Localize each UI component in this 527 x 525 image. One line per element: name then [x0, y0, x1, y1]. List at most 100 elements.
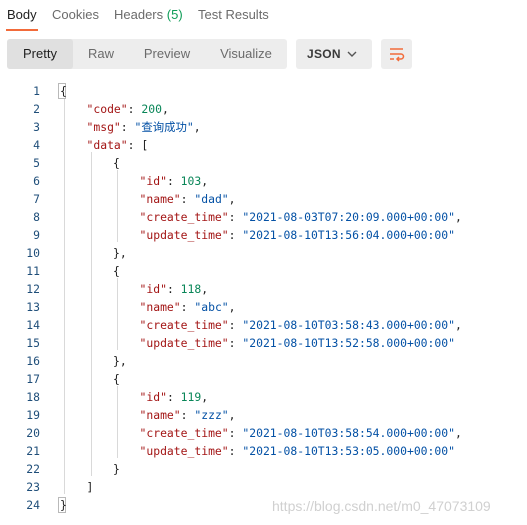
json-punctuation: ,	[201, 282, 209, 296]
code-line: 22}	[0, 460, 527, 478]
json-punctuation: :	[228, 228, 243, 242]
code-line: 2 "code": 200,	[0, 100, 527, 118]
json-key: "data"	[86, 138, 128, 152]
code-text: "update_time": "2021-08-10T13:53:05.000+…	[140, 442, 455, 460]
tab-headers[interactable]: Headers (5)	[114, 6, 183, 26]
code-text: },	[113, 352, 127, 370]
json-key: "name"	[139, 300, 181, 314]
line-number: 17	[26, 372, 40, 386]
line-number: 22	[26, 462, 40, 476]
code-line: 20 "create_time": "2021-08-10T03:58:54.00…	[0, 424, 527, 442]
json-punctuation: :	[127, 102, 142, 116]
tab-test-results[interactable]: Test Results	[198, 6, 269, 26]
code-text: "id": 118,	[140, 280, 209, 298]
code-text: {	[113, 370, 120, 388]
wrap-lines-button[interactable]	[381, 39, 412, 69]
code-text: "data": [	[87, 136, 149, 154]
json-punctuation: },	[113, 246, 127, 260]
json-number: 200	[141, 102, 162, 116]
json-punctuation: ,	[454, 426, 462, 440]
json-punctuation: :	[228, 318, 243, 332]
code-text: {	[113, 154, 120, 172]
json-key: "id"	[139, 282, 167, 296]
line-number: 19	[26, 408, 40, 422]
format-select[interactable]: JSON	[296, 39, 372, 69]
code-line: 16},	[0, 352, 527, 370]
json-punctuation: : [	[127, 138, 149, 152]
code-text: "update_time": "2021-08-10T13:56:04.000+…	[140, 226, 455, 244]
line-number: 20	[26, 426, 40, 440]
view-visualize-button[interactable]: Visualize	[205, 39, 287, 69]
line-number: 2	[33, 102, 40, 116]
code-line: 1{	[0, 82, 527, 100]
tab-body[interactable]: Body	[7, 6, 37, 26]
json-punctuation: ,	[201, 174, 209, 188]
json-string: "dad"	[194, 192, 229, 206]
line-number: 11	[26, 264, 40, 278]
line-number: 7	[33, 192, 40, 206]
watermark: https://blog.csdn.net/m0_47073109	[272, 498, 491, 514]
code-text: }	[113, 460, 120, 478]
json-key: "create_time"	[139, 210, 229, 224]
code-line: 3 "msg": "查询成功",	[0, 118, 527, 136]
json-key: "id"	[139, 390, 167, 404]
tab-body-label: Body	[7, 7, 37, 22]
view-preview-button[interactable]: Preview	[129, 39, 205, 69]
json-key: "msg"	[86, 120, 121, 134]
view-mode-group: Pretty Raw Preview Visualize	[7, 39, 287, 69]
json-punctuation: {	[113, 264, 120, 278]
code-text: },	[113, 244, 127, 262]
line-number: 1	[33, 84, 40, 98]
code-text: "create_time": "2021-08-10T03:58:43.000+…	[140, 316, 462, 334]
json-punctuation: ,	[228, 300, 236, 314]
json-punctuation: }	[60, 498, 67, 512]
code-line: 9 "update_time": "2021-08-10T13:56:04.000…	[0, 226, 527, 244]
headers-count-badge: (5)	[166, 7, 183, 22]
code-line: 11 {	[0, 262, 527, 280]
json-string: "2021-08-10T03:58:43.000+00:00"	[242, 318, 455, 332]
view-pretty-button[interactable]: Pretty	[7, 39, 73, 69]
json-key: "create_time"	[139, 318, 229, 332]
code-line: 4 "data": [	[0, 136, 527, 154]
json-string: "abc"	[194, 300, 229, 314]
chevron-down-icon	[347, 51, 357, 57]
json-punctuation: :	[180, 192, 195, 206]
line-number: 5	[33, 156, 40, 170]
json-punctuation: {	[113, 372, 120, 386]
line-number: 12	[26, 282, 40, 296]
json-string: "查询成功"	[134, 120, 194, 134]
json-punctuation: ,	[201, 390, 209, 404]
active-tab-indicator	[6, 29, 38, 31]
code-text: "code": 200,	[87, 100, 169, 118]
json-punctuation: ,	[228, 192, 236, 206]
code-text: "id": 119,	[140, 388, 209, 406]
json-punctuation: :	[180, 300, 195, 314]
json-punctuation: ,	[454, 318, 462, 332]
json-punctuation: :	[228, 210, 243, 224]
view-raw-button[interactable]: Raw	[73, 39, 129, 69]
line-number: 16	[26, 354, 40, 368]
json-punctuation: :	[166, 390, 181, 404]
tab-cookies-label: Cookies	[52, 7, 99, 22]
code-line: 5{	[0, 154, 527, 172]
json-punctuation: :	[180, 408, 195, 422]
json-string: "2021-08-10T03:58:54.000+00:00"	[242, 426, 455, 440]
code-text: "create_time": "2021-08-03T07:20:09.000+…	[140, 208, 462, 226]
code-text: "create_time": "2021-08-10T03:58:54.000+…	[140, 424, 462, 442]
code-text: {	[113, 262, 120, 280]
json-punctuation: :	[120, 120, 135, 134]
json-key: "name"	[139, 192, 181, 206]
json-punctuation: {	[113, 156, 120, 170]
code-text: "msg": "查询成功",	[87, 118, 201, 136]
response-tabs: Body Cookies Headers (5) Test Results	[0, 0, 527, 32]
code-text: "name": "dad",	[140, 190, 236, 208]
tab-cookies[interactable]: Cookies	[52, 6, 99, 26]
json-string: "2021-08-10T13:52:58.000+00:00"	[242, 336, 455, 350]
json-key: "update_time"	[139, 444, 229, 458]
json-punctuation: :	[228, 426, 243, 440]
line-number: 4	[33, 138, 40, 152]
code-line: 15 "update_time": "2021-08-10T13:52:58.00…	[0, 334, 527, 352]
json-key: "name"	[139, 408, 181, 422]
line-number: 21	[26, 444, 40, 458]
line-number: 24	[26, 498, 40, 512]
